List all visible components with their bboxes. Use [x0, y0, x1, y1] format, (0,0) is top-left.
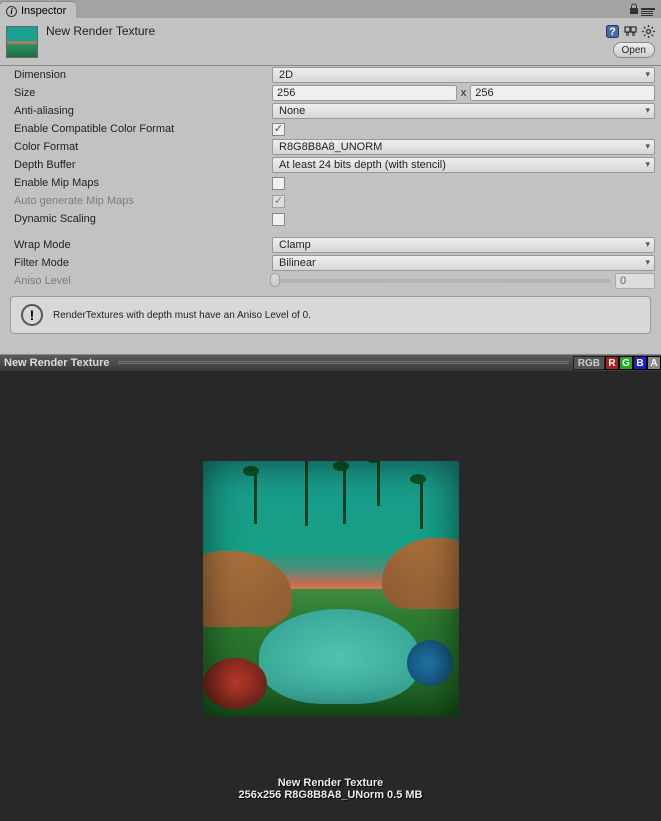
depth-buffer-dropdown[interactable]: At least 24 bits depth (with stencil): [272, 157, 655, 173]
header-right: ? Open: [605, 22, 655, 58]
depth-buffer-label: Depth Buffer: [14, 159, 272, 171]
mipmaps-label: Enable Mip Maps: [14, 177, 272, 189]
tabbar-right: [629, 3, 661, 18]
tab-label: Inspector: [21, 5, 66, 17]
filter-mode-dropdown[interactable]: Bilinear: [272, 255, 655, 271]
preview-footer-details: 256x256 R8G8B8A8_UNorm 0.5 MB: [238, 789, 422, 801]
size-height-field[interactable]: [470, 85, 655, 101]
preset-icon[interactable]: [623, 24, 637, 38]
asset-name[interactable]: New Render Texture: [46, 22, 155, 38]
aniso-value-field: 0: [615, 273, 655, 289]
asset-thumbnail: [6, 26, 38, 58]
preview-footer: New Render Texture 256x256 R8G8B8A8_UNor…: [238, 777, 422, 801]
info-message: RenderTextures with depth must have an A…: [53, 310, 311, 321]
rgb-toggle[interactable]: RGB: [573, 356, 605, 370]
aniso-slider: [272, 279, 611, 283]
dimension-label: Dimension: [14, 69, 272, 81]
open-button[interactable]: Open: [613, 42, 655, 58]
panel-menu-icon[interactable]: [641, 5, 655, 17]
antialiasing-dropdown[interactable]: None: [272, 103, 655, 119]
color-format-dropdown[interactable]: R8G8B8A8_UNORM: [272, 139, 655, 155]
autogen-mip-checkbox: [272, 195, 285, 208]
preview-area: New Render Texture 256x256 R8G8B8A8_UNor…: [0, 371, 661, 821]
filter-mode-label: Filter Mode: [14, 257, 272, 269]
dynamic-scaling-checkbox[interactable]: [272, 213, 285, 226]
preview-header-line: [118, 361, 569, 365]
compat-color-label: Enable Compatible Color Format: [14, 123, 272, 135]
channel-g-button[interactable]: G: [619, 356, 633, 370]
channel-a-button[interactable]: A: [647, 356, 661, 370]
channel-b-button[interactable]: B: [633, 356, 647, 370]
dimension-dropdown[interactable]: 2D: [272, 67, 655, 83]
aniso-level-label: Aniso Level: [14, 275, 272, 287]
help-icon[interactable]: ?: [605, 24, 619, 38]
color-format-label: Color Format: [14, 141, 272, 153]
size-width-field[interactable]: [272, 85, 457, 101]
wrap-mode-dropdown[interactable]: Clamp: [272, 237, 655, 253]
compat-color-checkbox[interactable]: [272, 123, 285, 136]
wrap-mode-label: Wrap Mode: [14, 239, 272, 251]
size-x-label: x: [461, 87, 467, 99]
antialiasing-label: Anti-aliasing: [14, 105, 272, 117]
preview-title: New Render Texture: [0, 357, 114, 369]
asset-header: New Render Texture ? Open: [0, 18, 661, 66]
autogen-mip-label: Auto generate Mip Maps: [14, 195, 272, 207]
tabbar: i Inspector: [0, 0, 661, 18]
settings-icon[interactable]: [641, 24, 655, 38]
mipmaps-checkbox[interactable]: [272, 177, 285, 190]
properties-panel: Dimension 2D Size x Anti-aliasing None E…: [0, 66, 661, 355]
inspector-tab[interactable]: i Inspector: [0, 2, 76, 18]
preview-image: [203, 461, 459, 717]
channel-r-button[interactable]: R: [605, 356, 619, 370]
info-circle-icon: !: [21, 304, 43, 326]
dynamic-scaling-label: Dynamic Scaling: [14, 213, 272, 225]
svg-text:?: ?: [609, 26, 616, 38]
preview-header: New Render Texture RGB R G B A: [0, 355, 661, 371]
lock-icon[interactable]: [629, 3, 639, 18]
info-box: ! RenderTextures with depth must have an…: [10, 296, 651, 334]
size-label: Size: [14, 87, 272, 99]
info-icon: i: [6, 6, 17, 17]
preview-footer-name: New Render Texture: [238, 777, 422, 789]
